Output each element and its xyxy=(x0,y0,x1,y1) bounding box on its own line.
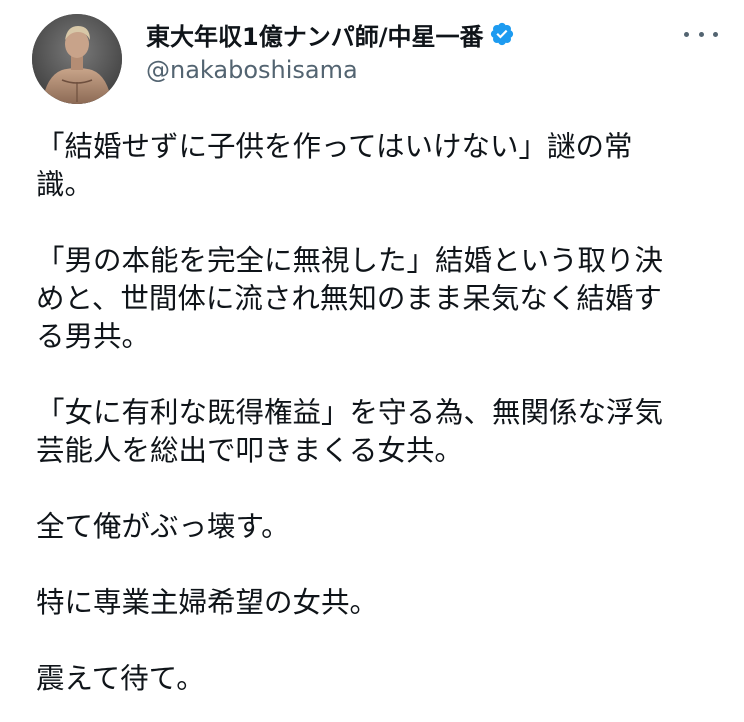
dot xyxy=(698,31,704,37)
tweet-paragraph: 全て俺がぶっ壊す。 xyxy=(36,510,290,543)
avatar[interactable] xyxy=(32,14,122,104)
tweet-paragraph: 特に専業主婦希望の女共。 xyxy=(36,586,379,619)
tweet-card: 東大年収1億ナンパ師/中星一番 @nakaboshisama 「結婚せずに子供を… xyxy=(0,0,744,722)
author-display-name[interactable]: 東大年収1億ナンパ師/中星一番 xyxy=(146,17,483,52)
tweet-paragraph: 「結婚せずに子供を作ってはいけない」謎の常 識。 xyxy=(36,130,633,201)
verified-badge-icon xyxy=(489,21,515,47)
more-options-icon[interactable] xyxy=(684,22,718,46)
profile-photo xyxy=(32,14,122,104)
author-name-row[interactable]: 東大年収1億ナンパ師/中星一番 xyxy=(146,16,515,52)
tweet-paragraph: 「女に有利な既得権益」を守る為、無関係な浮気 芸能人を総出で叩きまくる女共。 xyxy=(36,396,664,467)
tweet-paragraph: 震えて待て。 xyxy=(36,662,205,695)
author-handle[interactable]: @nakaboshisama xyxy=(146,56,358,84)
dot xyxy=(684,31,689,37)
tweet-text: 「結婚せずに子供を作ってはいけない」謎の常 識。 「男の本能を完全に無視した」結… xyxy=(36,128,726,698)
dot xyxy=(713,31,718,37)
tweet-paragraph: 「男の本能を完全に無視した」結婚という取り決 めと、世間体に流され無知のまま呆気… xyxy=(36,244,664,353)
